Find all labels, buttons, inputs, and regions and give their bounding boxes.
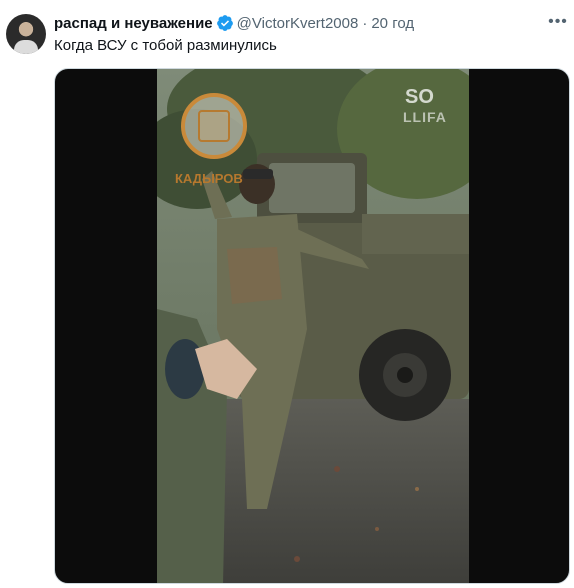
logo-watermark-text: КАДЫРОВ — [175, 171, 243, 186]
separator-dot: · — [362, 14, 368, 32]
channel-logo-watermark — [181, 93, 247, 159]
tweet-header: распад и неуважение @VictorKvert2008 · 2… — [54, 13, 414, 33]
verified-badge-icon — [216, 15, 233, 31]
author-handle[interactable]: @VictorKvert2008 — [237, 15, 359, 32]
author-avatar[interactable] — [6, 14, 46, 54]
tweet-text: Когда ВСУ с тобой разминулись — [54, 37, 277, 54]
tweet-timestamp[interactable]: 20 год — [371, 15, 414, 32]
corner-watermark: SO — [405, 86, 434, 108]
more-options-icon[interactable]: ••• — [548, 12, 568, 32]
video-player[interactable]: КАДЫРОВ SO LLIFA — [54, 68, 570, 584]
author-name[interactable]: распад и неуважение — [54, 15, 213, 32]
tweet[interactable]: распад и неуважение @VictorKvert2008 · 2… — [0, 0, 574, 588]
video-frame[interactable]: КАДЫРОВ SO LLIFA — [157, 69, 469, 583]
corner-watermark-sub: LLIFA — [403, 109, 447, 125]
